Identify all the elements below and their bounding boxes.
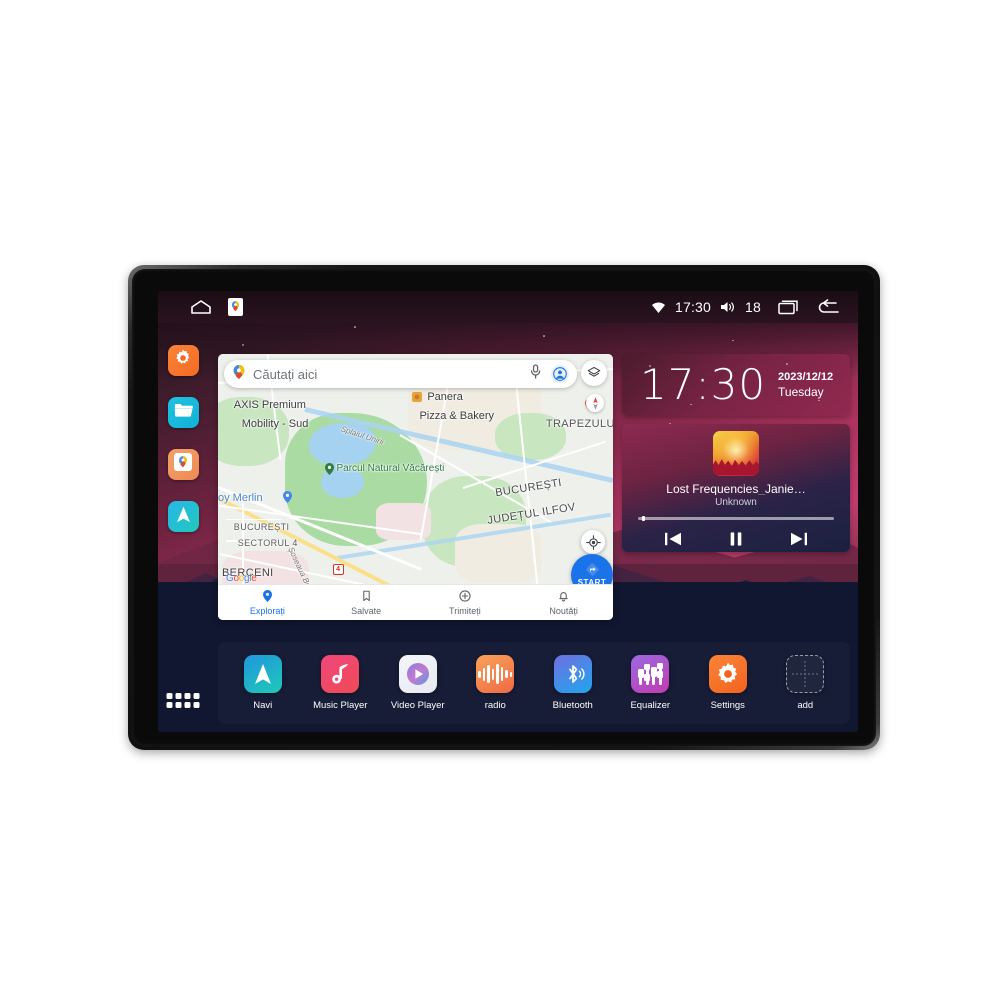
back-icon[interactable] (818, 299, 840, 315)
dock-item-radio[interactable]: radio (464, 655, 526, 711)
dock-label-video-player: Video Player (390, 700, 445, 711)
google-watermark: Google (226, 573, 257, 584)
map-label-mobility-sud: Mobility - Sud (241, 417, 309, 430)
pause-icon[interactable] (728, 531, 744, 552)
bell-icon (558, 590, 569, 604)
poi-marker-merlin[interactable] (283, 490, 293, 508)
home-icon[interactable] (190, 299, 212, 315)
dock-label-settings: Settings (710, 700, 745, 711)
dock-label-add: add (797, 700, 814, 711)
map-label-bucuresti-sector: BUCUREȘTI (233, 521, 290, 532)
dock-label-bluetooth: Bluetooth (552, 700, 593, 711)
map-label-sectorul-4: SECTORUL 4 (237, 537, 298, 548)
car-head-unit-device: 17:30 18 AXIS Premium Mobility - Sud Pan… (128, 265, 880, 750)
track-title: Lost Frequencies_Janie… (666, 481, 806, 496)
map-label-merlin: oy Merlin (218, 492, 263, 505)
dock-label-radio: radio (484, 700, 506, 711)
gear-icon (173, 348, 193, 373)
left-rail (158, 323, 208, 732)
clock-widget[interactable]: 17:30 2023/12/12 Tuesday (622, 354, 850, 416)
map-nav-contribute[interactable]: Trimiteți (416, 585, 515, 620)
music-controls (664, 531, 808, 552)
rail-item-settings[interactable] (167, 345, 199, 376)
explore-pin-icon (262, 589, 272, 604)
map-nav-updates[interactable]: Noutăți (514, 585, 613, 620)
volume-level: 18 (745, 299, 761, 315)
device-bezel: 17:30 18 AXIS Premium Mobility - Sud Pan… (132, 269, 876, 746)
recents-icon[interactable] (778, 299, 800, 315)
map-search-placeholder[interactable]: Căutați aici (253, 367, 530, 382)
dock-item-equalizer[interactable]: Equalizer (619, 655, 681, 711)
rail-item-navigation[interactable] (167, 501, 199, 532)
previous-track-icon[interactable] (664, 531, 682, 552)
dock-item-navi[interactable]: Navi (232, 655, 294, 711)
map-bottom-nav: Explorați Salvate Trimiteți Noutăți (218, 584, 613, 620)
map-nav-explore[interactable]: Explorați (218, 585, 317, 620)
navigation-arrow-icon (174, 505, 193, 529)
folder-icon (174, 402, 193, 423)
screen: 17:30 18 AXIS Premium Mobility - Sud Pan… (158, 291, 858, 732)
equalizer-sliders-icon (631, 655, 670, 693)
my-location-icon[interactable] (581, 530, 605, 554)
map-label-pizza-bakery: Pizza & Bakery (419, 409, 495, 422)
account-avatar-icon[interactable] (551, 365, 569, 383)
map-nav-updates-label: Noutăți (549, 605, 578, 616)
dock-label-equalizer: Equalizer (630, 700, 671, 711)
dock-item-video-player[interactable]: Video Player (387, 655, 449, 711)
rail-item-files[interactable] (167, 397, 199, 428)
bookmark-icon (362, 590, 371, 604)
gear-icon (708, 655, 747, 693)
google-maps-icon (174, 453, 192, 476)
map-canvas[interactable]: VITAN AXIS Premium Mobility - Sud Panera… (218, 354, 613, 620)
dock-item-add[interactable]: add (774, 655, 836, 711)
music-player-widget[interactable]: Lost Frequencies_Janie… Unknown (622, 424, 850, 552)
map-label-axis-premium: AXIS Premium (233, 399, 306, 412)
map-nav-explore-label: Explorați (249, 605, 285, 616)
poi-marker-parcul[interactable] (324, 462, 334, 480)
status-bar: 17:30 18 (158, 291, 858, 323)
microphone-icon[interactable] (530, 364, 541, 384)
volume-icon[interactable] (720, 300, 736, 314)
map-search-bar[interactable]: Căutați aici (224, 360, 577, 388)
dock-label-navi: Navi (253, 700, 273, 711)
clock-day: Tuesday (778, 385, 824, 399)
route-shield-4: 4 (332, 564, 344, 576)
bluetooth-icon (553, 655, 592, 693)
music-note-icon (321, 655, 360, 693)
layers-icon[interactable] (581, 360, 607, 386)
progress-bar[interactable] (637, 516, 835, 522)
map-label-parcul-natural: Parcul Natural Văcărești (336, 463, 445, 475)
map-nav-saved-label: Salvate (351, 605, 382, 616)
dock-item-settings[interactable]: Settings (697, 655, 759, 711)
clock-date: 2023/12/12 (778, 371, 834, 383)
track-artist: Unknown (715, 497, 757, 509)
maps-pin-icon (232, 364, 246, 385)
dock-item-music-player[interactable]: Music Player (309, 655, 371, 711)
compass-icon[interactable] (586, 394, 604, 412)
waveform-icon (476, 655, 515, 693)
google-maps-card[interactable]: VITAN AXIS Premium Mobility - Sud Panera… (218, 354, 613, 620)
contribute-plus-icon (459, 589, 471, 604)
poi-marker-panera[interactable] (411, 389, 422, 407)
next-track-icon[interactable] (790, 531, 808, 552)
clock-time: 17:30 (640, 360, 767, 409)
wifi-icon (651, 301, 666, 314)
status-time: 17:30 (674, 299, 712, 315)
google-maps-icon[interactable] (228, 298, 243, 316)
navigation-arrow-icon (243, 655, 282, 693)
album-art (713, 431, 759, 476)
play-circle-icon (398, 655, 437, 693)
map-label-panera: Panera (427, 391, 463, 404)
map-nav-contribute-label: Trimiteți (449, 605, 481, 616)
rail-item-maps[interactable] (167, 449, 199, 480)
dock-label-music-player: Music Player (313, 700, 368, 711)
app-dock: Navi Music Player Video Player radio Blu… (218, 642, 850, 724)
map-nav-saved[interactable]: Salvate (317, 585, 416, 620)
dock-item-bluetooth[interactable]: Bluetooth (542, 655, 604, 711)
add-widget-icon (786, 655, 825, 693)
app-grid-icon[interactable] (166, 693, 200, 708)
map-label-trapezului: TRAPEZULUI (545, 417, 613, 430)
